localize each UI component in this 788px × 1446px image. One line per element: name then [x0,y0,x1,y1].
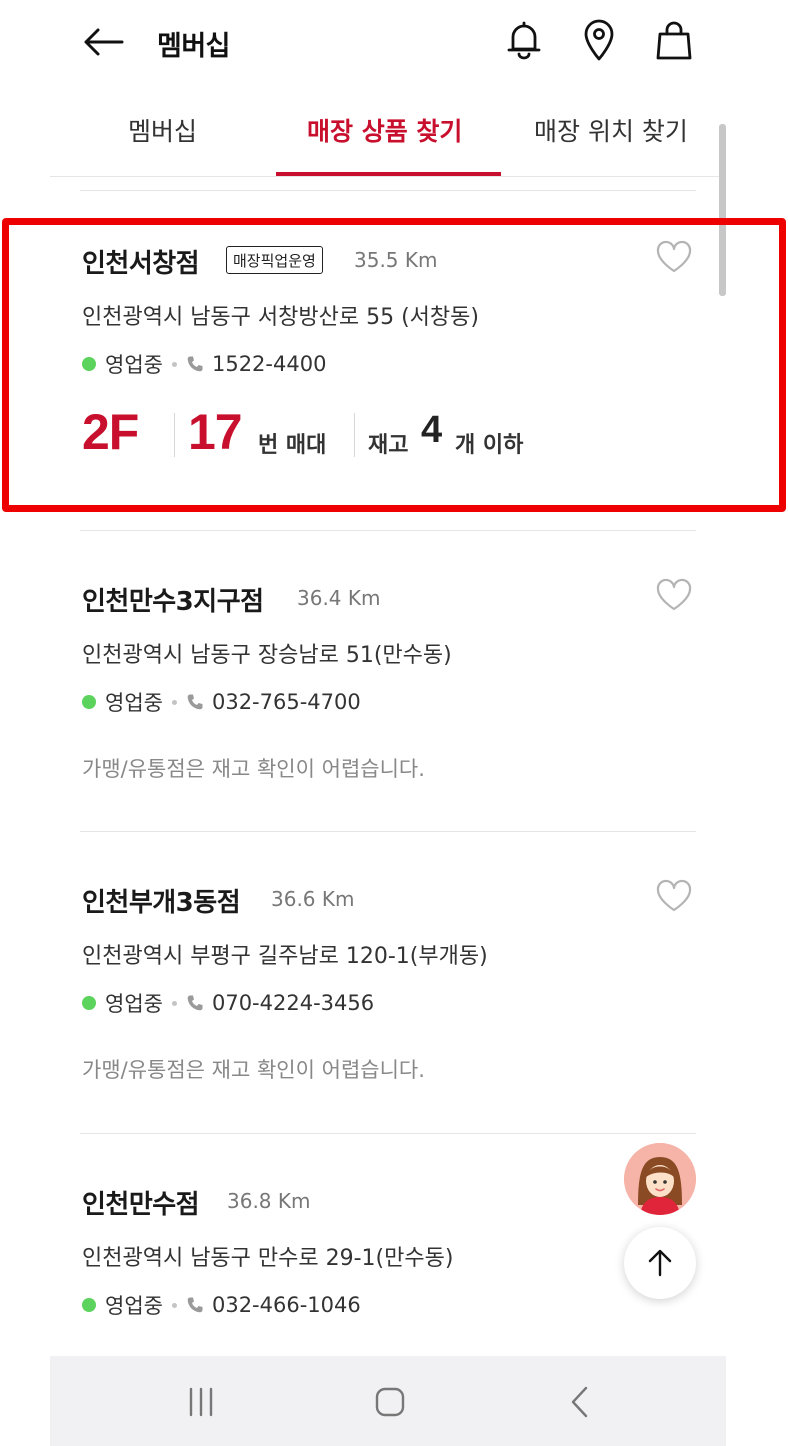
home-icon [375,1387,405,1417]
stock-label: 재고 [368,433,409,458]
phone-icon [186,693,204,711]
favorite-button[interactable] [654,876,694,916]
shelf-unit: 번 매대 [258,433,327,458]
store-name: 인천만수3지구점 [82,587,264,617]
back-button[interactable] [80,22,126,62]
floor-label: 2F [82,404,139,460]
home-button[interactable] [360,1378,420,1426]
store-phone[interactable]: 032-466-1046 [212,1293,361,1317]
phone-icon [186,355,204,373]
tab-store-product-search[interactable]: 매장 상품 찾기 [307,112,462,148]
stock-separator [174,413,175,457]
store-address: 인천광역시 남동구 만수로 29-1(만수동) [82,1246,454,1271]
bell-icon [507,21,541,60]
system-back-button[interactable] [550,1378,610,1426]
open-status: 영업중 [105,691,163,715]
stock-suffix: 개 이하 [455,433,524,458]
separator-dot [171,1302,177,1308]
store-name: 인천만수점 [82,1190,200,1220]
open-status-dot [82,1298,96,1312]
heart-icon [656,240,692,273]
notification-button[interactable] [502,18,546,62]
assistant-button[interactable] [624,1143,696,1215]
page-title: 멤버십 [157,31,231,62]
store-distance: 36.8 Km [227,1189,311,1213]
phone-icon [186,994,204,1012]
app-header: 멤버십 [0,0,788,90]
store-phone[interactable]: 1522-4400 [212,352,326,376]
open-status-dot [82,357,96,371]
store-location-button[interactable] [577,18,621,62]
tab-store-location-search[interactable]: 매장 위치 찾기 [534,112,688,148]
heart-icon [656,578,692,611]
scrollbar[interactable] [719,124,726,296]
store-distance: 35.5 Km [354,248,438,272]
shopping-bag-icon [656,21,692,60]
separator-dot [171,1000,177,1006]
store-status-row: 영업중 032-466-1046 [82,1290,361,1320]
open-status-dot [82,695,96,709]
location-pin-icon [584,19,614,61]
open-status: 영업중 [105,992,163,1016]
arrow-up-icon [648,1249,672,1277]
separator-dot [171,699,177,705]
system-navigation-bar [50,1356,726,1446]
store-distance: 36.4 Km [297,586,381,610]
recent-apps-icon [189,1387,213,1417]
stock-count: 4 [421,409,443,451]
favorite-button[interactable] [654,575,694,615]
list-divider [80,190,696,191]
store-status-row: 영업중 032-765-4700 [82,687,361,717]
store-phone[interactable]: 070-4224-3456 [212,991,374,1015]
store-distance: 36.6 Km [271,887,355,911]
store-address: 인천광역시 부평구 길주남로 120-1(부개동) [82,944,488,969]
separator-dot [171,361,177,367]
store-address: 인천광역시 남동구 서창방산로 55 (서창동) [82,305,479,330]
favorite-button[interactable] [654,237,694,277]
stock-info: 2F 17 번 매대 재고 4 개 이하 [82,403,682,473]
scroll-to-top-button[interactable] [624,1227,696,1299]
list-divider [80,831,696,832]
phone-icon [186,1296,204,1314]
heart-icon [656,879,692,912]
tabs-divider [50,176,726,177]
list-divider [80,1133,696,1134]
store-name: 인천서창점 [82,249,200,279]
pickup-badge: 매장픽업운영 [226,246,323,274]
tab-membership[interactable]: 멤버십 [128,112,197,148]
store-phone[interactable]: 032-765-4700 [212,690,361,714]
recent-apps-button[interactable] [171,1378,231,1426]
store-address: 인천광역시 남동구 장승남로 51(만수동) [82,643,452,668]
assistant-avatar-icon [624,1143,696,1215]
cart-button[interactable] [652,18,696,62]
stock-notice: 가맹/유통점은 재고 확인이 어렵습니다. [82,757,425,781]
tab-bar: 멤버십 매장 상품 찾기 매장 위치 찾기 [0,100,788,178]
shelf-number: 17 [188,404,243,460]
stock-notice: 가맹/유통점은 재고 확인이 어렵습니다. [82,1058,425,1082]
open-status-dot [82,996,96,1010]
store-status-row: 영업중 1522-4400 [82,349,326,379]
list-divider [80,530,696,531]
stock-separator [354,413,355,457]
open-status: 영업중 [105,353,163,377]
store-name: 인천부개3동점 [82,888,241,918]
open-status: 영업중 [105,1294,163,1318]
store-status-row: 영업중 070-4224-3456 [82,988,374,1018]
arrow-left-icon [84,28,124,56]
back-icon [571,1386,588,1418]
